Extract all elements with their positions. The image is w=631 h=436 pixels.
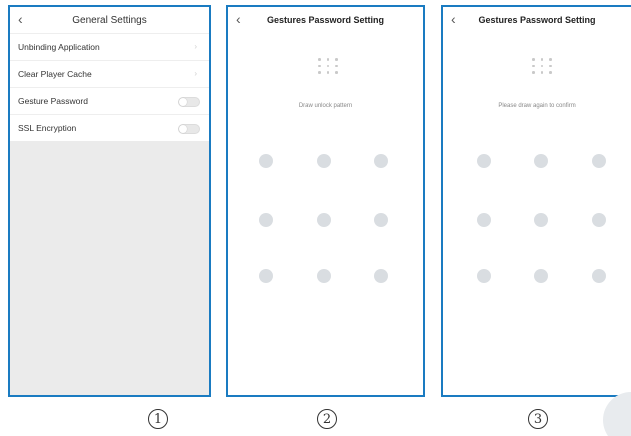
instruction-text: Draw unlock pattern — [298, 103, 353, 109]
settings-item-clear-player-cache[interactable]: Clear Player Cache › — [10, 60, 209, 87]
pattern-dot[interactable] — [534, 213, 548, 227]
pattern-dot[interactable] — [374, 154, 388, 168]
toggle-knob — [179, 125, 187, 133]
pattern-preview-icon — [529, 56, 555, 76]
chevron-right-icon: › — [194, 69, 197, 78]
pattern-dot[interactable] — [592, 154, 606, 168]
pattern-dot[interactable] — [534, 154, 548, 168]
pattern-dot[interactable] — [477, 213, 491, 227]
toggle-knob — [179, 98, 187, 106]
settings-item-label: Gesture Password — [18, 96, 88, 106]
pattern-dot[interactable] — [259, 154, 273, 168]
empty-background — [10, 141, 209, 395]
pattern-dot[interactable] — [374, 213, 388, 227]
settings-item-label: Unbinding Application — [18, 42, 100, 52]
decorative-corner-shape — [603, 392, 631, 436]
settings-item-unbinding-application[interactable]: Unbinding Application › — [10, 33, 209, 60]
pattern-dot[interactable] — [317, 269, 331, 283]
settings-list: Unbinding Application › Clear Player Cac… — [10, 33, 209, 141]
step-number-1: 1 — [148, 409, 168, 429]
pattern-dot[interactable] — [477, 269, 491, 283]
pattern-dot[interactable] — [317, 154, 331, 168]
pattern-dot[interactable] — [259, 213, 273, 227]
header: ‹ General Settings — [10, 7, 209, 33]
page-title: Gestures Password Setting — [478, 15, 596, 25]
pattern-dot[interactable] — [317, 213, 331, 227]
back-chevron-icon[interactable]: ‹ — [18, 10, 23, 28]
back-chevron-icon[interactable]: ‹ — [236, 10, 241, 28]
pattern-dot[interactable] — [374, 269, 388, 283]
header: ‹ Gestures Password Setting — [443, 7, 631, 33]
instruction-text: Please draw again to confirm — [498, 103, 576, 109]
header: ‹ Gestures Password Setting — [228, 7, 423, 33]
ssl-encryption-toggle[interactable] — [178, 124, 200, 134]
settings-item-gesture-password: Gesture Password — [10, 87, 209, 114]
gesture-setup-screen: ‹ Gestures Password Setting Draw unlock … — [226, 5, 425, 397]
back-chevron-icon[interactable]: ‹ — [451, 10, 456, 28]
pattern-dot[interactable] — [477, 154, 491, 168]
step-number-2: 2 — [317, 409, 337, 429]
settings-item-ssl-encryption: SSL Encryption — [10, 114, 209, 141]
gesture-password-toggle[interactable] — [178, 97, 200, 107]
settings-item-label: SSL Encryption — [18, 123, 77, 133]
gesture-confirm-screen: ‹ Gestures Password Setting Please draw … — [441, 5, 631, 397]
page-title: General Settings — [72, 14, 147, 26]
pattern-dot[interactable] — [259, 269, 273, 283]
pattern-dot[interactable] — [534, 269, 548, 283]
chevron-right-icon: › — [194, 42, 197, 51]
page-title: Gestures Password Setting — [266, 15, 385, 25]
pattern-dot[interactable] — [592, 213, 606, 227]
pattern-dot[interactable] — [592, 269, 606, 283]
step-number-3: 3 — [528, 409, 548, 429]
general-settings-screen: ‹ General Settings Unbinding Application… — [8, 5, 211, 397]
settings-item-label: Clear Player Cache — [18, 69, 92, 79]
pattern-preview-icon — [315, 56, 341, 76]
